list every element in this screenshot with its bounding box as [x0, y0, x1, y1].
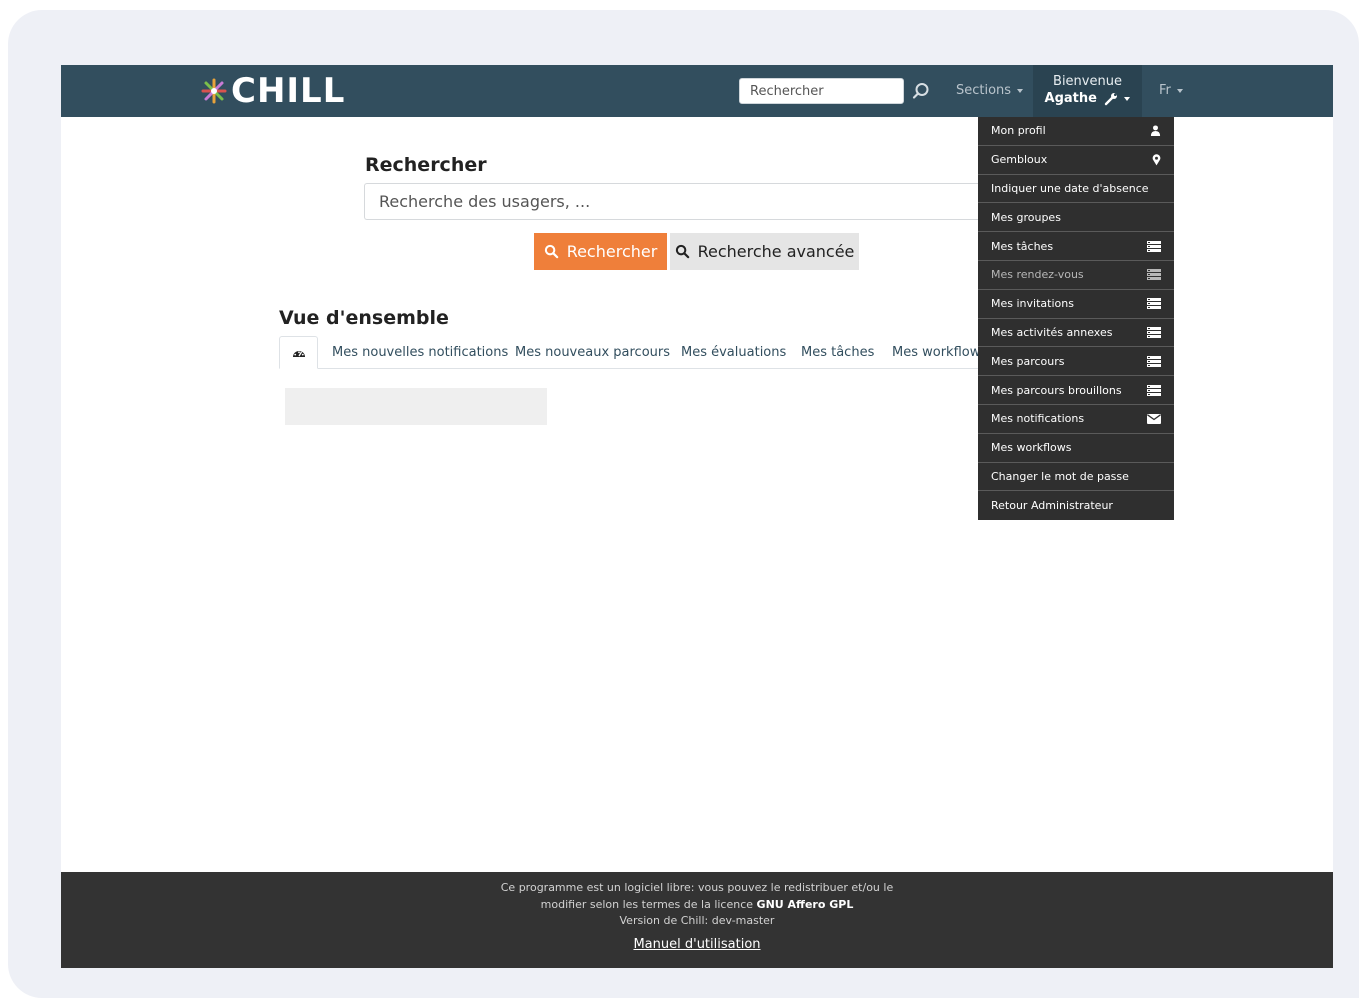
menu-item-label: Mes notifications — [991, 412, 1085, 426]
menu-item-label: Mes tâches — [991, 239, 1054, 253]
menu-item-back-admin[interactable]: Retour Administrateur — [978, 491, 1174, 520]
menu-item-label: Mes groupes — [991, 210, 1061, 224]
footer-license-line2: modifier selon les termes de la licence … — [61, 897, 1333, 914]
tab-evaluations[interactable]: Mes évaluations — [681, 336, 786, 369]
caret-down-icon — [1176, 88, 1183, 93]
tab-tasks[interactable]: Mes tâches — [801, 336, 874, 369]
user-manual-link[interactable]: Manuel d'utilisation — [633, 937, 760, 954]
list-icon — [1147, 326, 1161, 338]
menu-item-groups[interactable]: Mes groupes — [978, 203, 1174, 233]
list-icon — [1147, 269, 1161, 281]
person-search-input[interactable]: Recherche des usagers, ... — [364, 183, 1004, 220]
caret-down-icon — [1124, 96, 1131, 101]
tab-workflows[interactable]: Mes workflows — [892, 336, 987, 369]
overview-title: Vue d'ensemble — [279, 307, 449, 329]
menu-item-label: Mes workflows — [991, 441, 1072, 455]
caret-down-icon — [1017, 88, 1024, 93]
tab-dashboard[interactable] — [279, 336, 318, 369]
wrench-icon — [1105, 92, 1118, 105]
list-icon — [1147, 240, 1161, 252]
advanced-search-label: Recherche avancée — [697, 242, 855, 261]
menu-item-draft-courses[interactable]: Mes parcours brouillons — [978, 376, 1174, 405]
user-name: Agathe — [1044, 91, 1097, 106]
menu-item-label: Mes parcours brouillons — [991, 383, 1122, 397]
menu-item-appointments[interactable]: Mes rendez-vous — [978, 261, 1174, 290]
search-icon[interactable] — [912, 82, 930, 100]
menu-item-my-profile[interactable]: Mon profil — [978, 117, 1174, 146]
tab-new-courses[interactable]: Mes nouveaux parcours — [515, 336, 670, 369]
language-menu[interactable]: Fr — [1159, 83, 1183, 98]
menu-item-label: Indiquer une date d'absence — [991, 181, 1149, 195]
sections-label: Sections — [956, 83, 1012, 98]
menu-item-label: Changer le mot de passe — [991, 469, 1129, 483]
footer-license-line1: Ce programme est un logiciel libre: vous… — [500, 881, 894, 894]
search-button[interactable]: Rechercher — [534, 233, 667, 270]
menu-item-courses[interactable]: Mes parcours — [978, 347, 1174, 377]
menu-item-label: Retour Administrateur — [991, 499, 1113, 513]
list-icon — [1147, 298, 1161, 310]
footer-version: Version de Chill: dev-master — [619, 914, 775, 927]
menu-item-tasks[interactable]: Mes tâches — [978, 232, 1174, 261]
menu-item-location[interactable]: Gembloux — [978, 146, 1174, 175]
user-icon — [1150, 125, 1161, 137]
menu-item-change-password[interactable]: Changer le mot de passe — [978, 463, 1174, 492]
user-name-row: Agathe — [1033, 91, 1142, 106]
menu-item-label: Gembloux — [991, 153, 1048, 167]
search-icon — [675, 244, 689, 259]
user-menu-toggle[interactable]: Bienvenue Agathe — [1033, 65, 1142, 117]
menu-item-absence[interactable]: Indiquer une date d'absence — [978, 175, 1174, 204]
window-frame: CHILL Rechercher Sections Bienvenue Agat… — [8, 10, 1359, 998]
menu-item-label: Mes rendez-vous — [991, 268, 1084, 282]
page-footer: Ce programme est un logiciel libre: vous… — [61, 872, 1333, 968]
user-dropdown-menu: Mon profil Gembloux Indiquer une date d'… — [978, 117, 1174, 521]
browser-viewport: CHILL Rechercher Sections Bienvenue Agat… — [61, 65, 1333, 968]
footer-license-link[interactable]: GNU Affero GPL — [757, 898, 854, 911]
menu-item-label: Mes parcours — [991, 354, 1065, 368]
list-icon — [1147, 355, 1161, 367]
list-icon — [1147, 384, 1161, 396]
menu-item-invitations[interactable]: Mes invitations — [978, 290, 1174, 319]
menu-item-label: Mes activités annexes — [991, 325, 1113, 339]
top-navbar: CHILL Rechercher Sections Bienvenue Agat… — [61, 65, 1333, 117]
footer-license-prefix: modifier selon les termes de la licence — [540, 897, 754, 911]
envelope-icon — [1147, 413, 1161, 424]
menu-item-workflows[interactable]: Mes workflows — [978, 434, 1174, 463]
map-marker-icon — [1152, 153, 1161, 166]
tab-new-notifications[interactable]: Mes nouvelles notifications — [332, 336, 508, 369]
chill-logo-mark-icon — [201, 78, 227, 104]
menu-item-label: Mes invitations — [991, 297, 1074, 311]
search-button-label: Rechercher — [566, 242, 658, 261]
menu-item-side-activities[interactable]: Mes activités annexes — [978, 319, 1174, 348]
advanced-search-button[interactable]: Recherche avancée — [670, 233, 859, 270]
search-icon — [544, 244, 558, 259]
chill-logo[interactable]: CHILL — [201, 73, 345, 109]
dashboard-icon — [292, 350, 305, 357]
sections-menu[interactable]: Sections — [956, 83, 1024, 98]
welcome-text: Bienvenue — [1053, 74, 1122, 89]
navbar-search-input[interactable]: Rechercher — [739, 78, 904, 104]
search-title: Rechercher — [365, 154, 487, 176]
language-label: Fr — [1159, 83, 1171, 98]
menu-item-notifications[interactable]: Mes notifications — [978, 405, 1174, 434]
overview-tabs: Mes nouvelles notifications Mes nouveaux… — [279, 336, 999, 369]
menu-item-label: Mon profil — [991, 124, 1046, 138]
brand-name: CHILL — [231, 71, 346, 111]
loading-placeholder — [285, 388, 547, 425]
